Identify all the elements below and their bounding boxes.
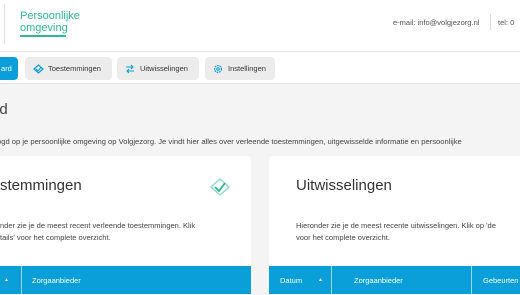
tab-toestemmingen[interactable]: Toestemmingen bbox=[25, 57, 112, 80]
uitwisselingen-desc-line-1: Hieronder zie je de meest recente uitwis… bbox=[296, 221, 496, 230]
column-datum-label: Datum bbox=[280, 275, 303, 285]
tab-uitwisselingen[interactable]: Uitwisselingen bbox=[117, 57, 199, 80]
brand-line-1: Persoonlijke bbox=[20, 10, 80, 22]
contact-separator bbox=[490, 14, 491, 30]
tab-dashboard[interactable]: ard bbox=[0, 57, 18, 80]
uitwisselingen-card-description: Hieronder zie je de meest recente uitwis… bbox=[296, 220, 496, 243]
column-zorgaanbieder[interactable]: Zorgaanbieder bbox=[342, 266, 472, 294]
tab-toestemmingen-label: Toestemmingen bbox=[48, 64, 101, 73]
tab-uitwisselingen-label: Uitwisselingen bbox=[140, 64, 188, 73]
brand-underline bbox=[20, 35, 66, 37]
shield-check-icon bbox=[209, 178, 231, 201]
intro-text: ogd op je persoonlijke omgeving op Volgj… bbox=[0, 137, 462, 146]
gear-icon bbox=[212, 63, 224, 75]
tab-instellingen-label: Instellingen bbox=[228, 64, 266, 73]
brand-logo-text[interactable]: Persoonlijke omgeving bbox=[20, 10, 80, 34]
uitwisselingen-card: Uitwisselingen Hieronder zie je de meest… bbox=[269, 156, 520, 295]
column-datum[interactable]: Datum ▲ bbox=[269, 266, 332, 294]
toestemmingen-card-title: stemmingen bbox=[0, 177, 82, 194]
header-divider bbox=[4, 4, 5, 44]
column-sort-header[interactable]: ▲ bbox=[0, 266, 22, 294]
sort-up-icon: ▲ bbox=[4, 277, 9, 283]
column-gebeurtenis[interactable]: Gebeurten bbox=[472, 266, 520, 294]
toestemmingen-card-description: nder zie je de meest recent verleende to… bbox=[0, 220, 195, 243]
page-header: Persoonlijke omgeving e-mail: info@volgj… bbox=[0, 0, 520, 52]
uitwisselingen-card-title: Uitwisselingen bbox=[296, 177, 392, 194]
brand-line-2: omgeving bbox=[20, 22, 68, 34]
contact-phone[interactable]: tel: 0 bbox=[498, 18, 514, 27]
toestemmingen-card: stemmingen nder zie je de meest recent v… bbox=[0, 156, 251, 295]
page-title: ard bbox=[0, 101, 8, 118]
shield-check-icon bbox=[32, 63, 44, 75]
main-navigation: ard Toestemmingen Uitwisselingen Instell… bbox=[0, 52, 520, 84]
sort-up-icon: ▲ bbox=[318, 277, 323, 283]
toestemmingen-desc-line-1: nder zie je de meest recent verleende to… bbox=[0, 221, 196, 230]
toestemmingen-desc-line-2: tails' voor het complete overzicht. bbox=[0, 232, 111, 242]
toestemmingen-table-header: ▲ Zorgaanbieder bbox=[0, 266, 251, 294]
tab-dashboard-label: ard bbox=[1, 64, 12, 73]
column-zorgaanbieder[interactable]: Zorgaanbieder bbox=[22, 266, 251, 294]
contact-email[interactable]: e-mail: info@volgjezorg.nl bbox=[393, 18, 479, 27]
uitwisselingen-table-header: Datum ▲ Zorgaanbieder Gebeurten bbox=[269, 266, 520, 294]
tab-instellingen[interactable]: Instellingen bbox=[205, 57, 275, 80]
uitwisselingen-desc-line-2: voor het complete overzicht. bbox=[296, 232, 390, 242]
exchange-icon bbox=[124, 63, 136, 75]
